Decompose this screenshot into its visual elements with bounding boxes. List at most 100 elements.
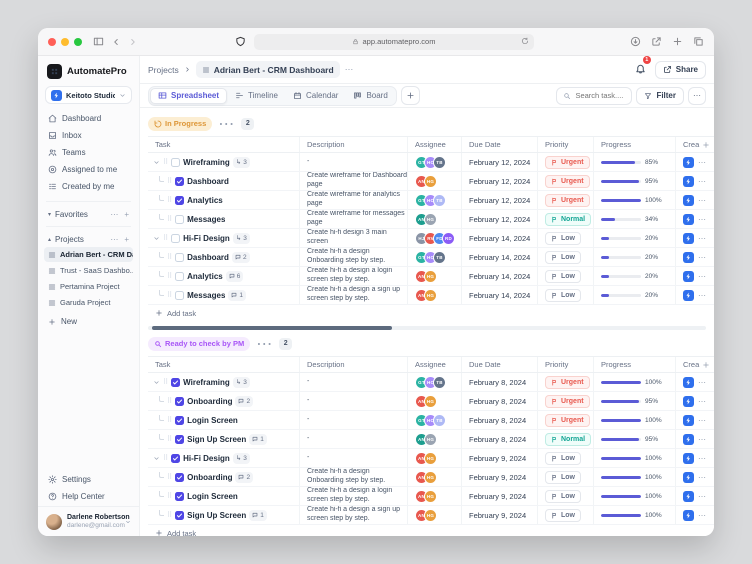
task-checkbox[interactable] bbox=[175, 215, 184, 224]
task-name[interactable]: Wireframing bbox=[183, 378, 230, 387]
task-name[interactable]: Dashboard bbox=[187, 177, 229, 186]
avatar-stack[interactable]: ANHG bbox=[415, 175, 437, 188]
task-name[interactable]: Hi-Fi Design bbox=[183, 454, 230, 463]
row-menu-icon[interactable]: ⋯ bbox=[698, 196, 707, 205]
group-more-icon[interactable]: ⋯ bbox=[218, 114, 235, 134]
browser-sidebar-icon[interactable] bbox=[93, 36, 104, 47]
avatar-stack[interactable]: ANHG bbox=[415, 395, 437, 408]
task-checkbox[interactable] bbox=[171, 378, 180, 387]
task-name[interactable]: Login Screen bbox=[187, 416, 238, 425]
priority-badge[interactable]: Low bbox=[545, 289, 581, 302]
status-badge[interactable]: In Progress bbox=[148, 117, 212, 131]
tabs-overview-icon[interactable] bbox=[693, 36, 704, 47]
horizontal-scrollbar[interactable] bbox=[148, 326, 706, 330]
row-menu-icon[interactable]: ⋯ bbox=[698, 253, 707, 262]
task-checkbox[interactable] bbox=[175, 196, 184, 205]
task-checkbox[interactable] bbox=[175, 253, 184, 262]
task-checkbox[interactable] bbox=[175, 177, 184, 186]
task-name[interactable]: Wireframing bbox=[183, 158, 230, 167]
task-checkbox[interactable] bbox=[175, 291, 184, 300]
add-task-button[interactable]: Add task bbox=[148, 525, 714, 536]
expand-chevron-icon[interactable] bbox=[153, 159, 160, 166]
drag-handle-icon[interactable]: ⠿ bbox=[167, 254, 172, 261]
comment-count-badge[interactable]: 2 bbox=[232, 252, 250, 263]
sidebar-item-assigned-to-me[interactable]: Assigned to me bbox=[38, 162, 139, 177]
task-checkbox[interactable] bbox=[171, 234, 180, 243]
subtask-count-badge[interactable]: ↳3 bbox=[233, 453, 250, 464]
tab-timeline[interactable]: Timeline bbox=[228, 88, 285, 104]
avatar-stack[interactable]: ANHG bbox=[415, 270, 437, 283]
drag-handle-icon[interactable]: ⠿ bbox=[163, 159, 168, 166]
row-menu-icon[interactable]: ⋯ bbox=[698, 272, 707, 281]
priority-badge[interactable]: Normal bbox=[545, 433, 591, 446]
favorites-more-icon[interactable]: ⋯ bbox=[110, 210, 119, 219]
avatar-stack[interactable]: ANHG bbox=[415, 452, 437, 465]
row-menu-icon[interactable]: ⋯ bbox=[698, 492, 707, 501]
comment-count-badge[interactable]: 6 bbox=[226, 271, 244, 282]
drag-handle-icon[interactable]: ⠿ bbox=[167, 474, 172, 481]
priority-badge[interactable]: Low bbox=[545, 509, 581, 522]
priority-badge[interactable]: Low bbox=[545, 251, 581, 264]
add-column-icon[interactable] bbox=[702, 361, 710, 369]
drag-handle-icon[interactable]: ⠿ bbox=[167, 273, 172, 280]
sidebar-project-item[interactable]: Garuda Project bbox=[44, 295, 133, 310]
subtask-count-badge[interactable]: ↳3 bbox=[233, 377, 250, 388]
row-menu-icon[interactable]: ⋯ bbox=[698, 435, 707, 444]
row-menu-icon[interactable]: ⋯ bbox=[698, 473, 707, 482]
filter-button[interactable]: Filter bbox=[636, 87, 684, 105]
avatar-stack[interactable]: ANHG bbox=[415, 490, 437, 503]
user-profile[interactable]: Darlene Robertson darlene@gmail.com bbox=[38, 506, 139, 536]
group-more-icon[interactable]: ⋯ bbox=[256, 334, 273, 354]
sidebar-project-item[interactable]: Pertamina Project bbox=[44, 279, 133, 294]
task-name[interactable]: Analytics bbox=[187, 272, 223, 281]
sidebar-project-item[interactable]: Trust - SaaS Dashbo... bbox=[44, 263, 133, 278]
sidebar-item-settings[interactable]: Settings bbox=[38, 472, 139, 487]
comment-count-badge[interactable]: 1 bbox=[249, 434, 267, 445]
notifications-button[interactable]: 1 bbox=[635, 61, 646, 79]
add-column-icon[interactable] bbox=[702, 141, 710, 149]
drag-handle-icon[interactable]: ⠿ bbox=[167, 216, 172, 223]
priority-badge[interactable]: Normal bbox=[545, 213, 591, 226]
browser-share-icon[interactable] bbox=[651, 36, 662, 47]
priority-badge[interactable]: Urgent bbox=[545, 156, 590, 169]
minimize-window-button[interactable] bbox=[61, 38, 69, 46]
refresh-icon[interactable] bbox=[521, 37, 529, 47]
sidebar-item-dashboard[interactable]: Dashboard bbox=[38, 111, 139, 126]
priority-badge[interactable]: Urgent bbox=[545, 395, 590, 408]
avatar-stack[interactable]: ANHG bbox=[415, 213, 437, 226]
avatar-stack[interactable]: HJRVFDRD bbox=[415, 232, 455, 245]
drag-handle-icon[interactable]: ⠿ bbox=[167, 436, 172, 443]
search-task-input[interactable] bbox=[556, 87, 632, 105]
task-checkbox[interactable] bbox=[175, 397, 184, 406]
comment-count-badge[interactable]: 2 bbox=[235, 472, 253, 483]
sidebar-item-help-center[interactable]: Help Center bbox=[38, 489, 139, 504]
tab-spreadsheet[interactable]: Spreadsheet bbox=[150, 88, 227, 104]
downloads-icon[interactable] bbox=[630, 36, 641, 47]
task-name[interactable]: Messages bbox=[187, 215, 225, 224]
task-checkbox[interactable] bbox=[175, 416, 184, 425]
scrollbar-thumb[interactable] bbox=[152, 326, 392, 330]
drag-handle-icon[interactable]: ⠿ bbox=[163, 379, 168, 386]
task-name[interactable]: Sign Up Screen bbox=[187, 435, 246, 444]
row-menu-icon[interactable]: ⋯ bbox=[698, 397, 707, 406]
drag-handle-icon[interactable]: ⠿ bbox=[167, 292, 172, 299]
projects-more-icon[interactable]: ⋯ bbox=[110, 235, 119, 244]
add-task-button[interactable]: Add task bbox=[148, 305, 714, 321]
avatar-stack[interactable]: ANHG bbox=[415, 289, 437, 302]
task-name[interactable]: Sign Up Screen bbox=[187, 511, 246, 520]
new-project-button[interactable]: New bbox=[38, 314, 139, 329]
expand-chevron-icon[interactable] bbox=[153, 455, 160, 462]
priority-badge[interactable]: Low bbox=[545, 452, 581, 465]
task-checkbox[interactable] bbox=[171, 158, 180, 167]
drag-handle-icon[interactable]: ⠿ bbox=[163, 235, 168, 242]
priority-badge[interactable]: Low bbox=[545, 270, 581, 283]
tab-calendar[interactable]: Calendar bbox=[286, 88, 345, 104]
workspace-switcher[interactable]: Keitoto Studio bbox=[45, 86, 132, 104]
task-checkbox[interactable] bbox=[175, 511, 184, 520]
task-name[interactable]: Analytics bbox=[187, 196, 223, 205]
avatar-stack[interactable]: ANHG bbox=[415, 509, 437, 522]
task-name[interactable]: Hi-Fi Design bbox=[183, 234, 230, 243]
priority-badge[interactable]: Urgent bbox=[545, 376, 590, 389]
task-name[interactable]: Login Screen bbox=[187, 492, 238, 501]
row-menu-icon[interactable]: ⋯ bbox=[698, 215, 707, 224]
